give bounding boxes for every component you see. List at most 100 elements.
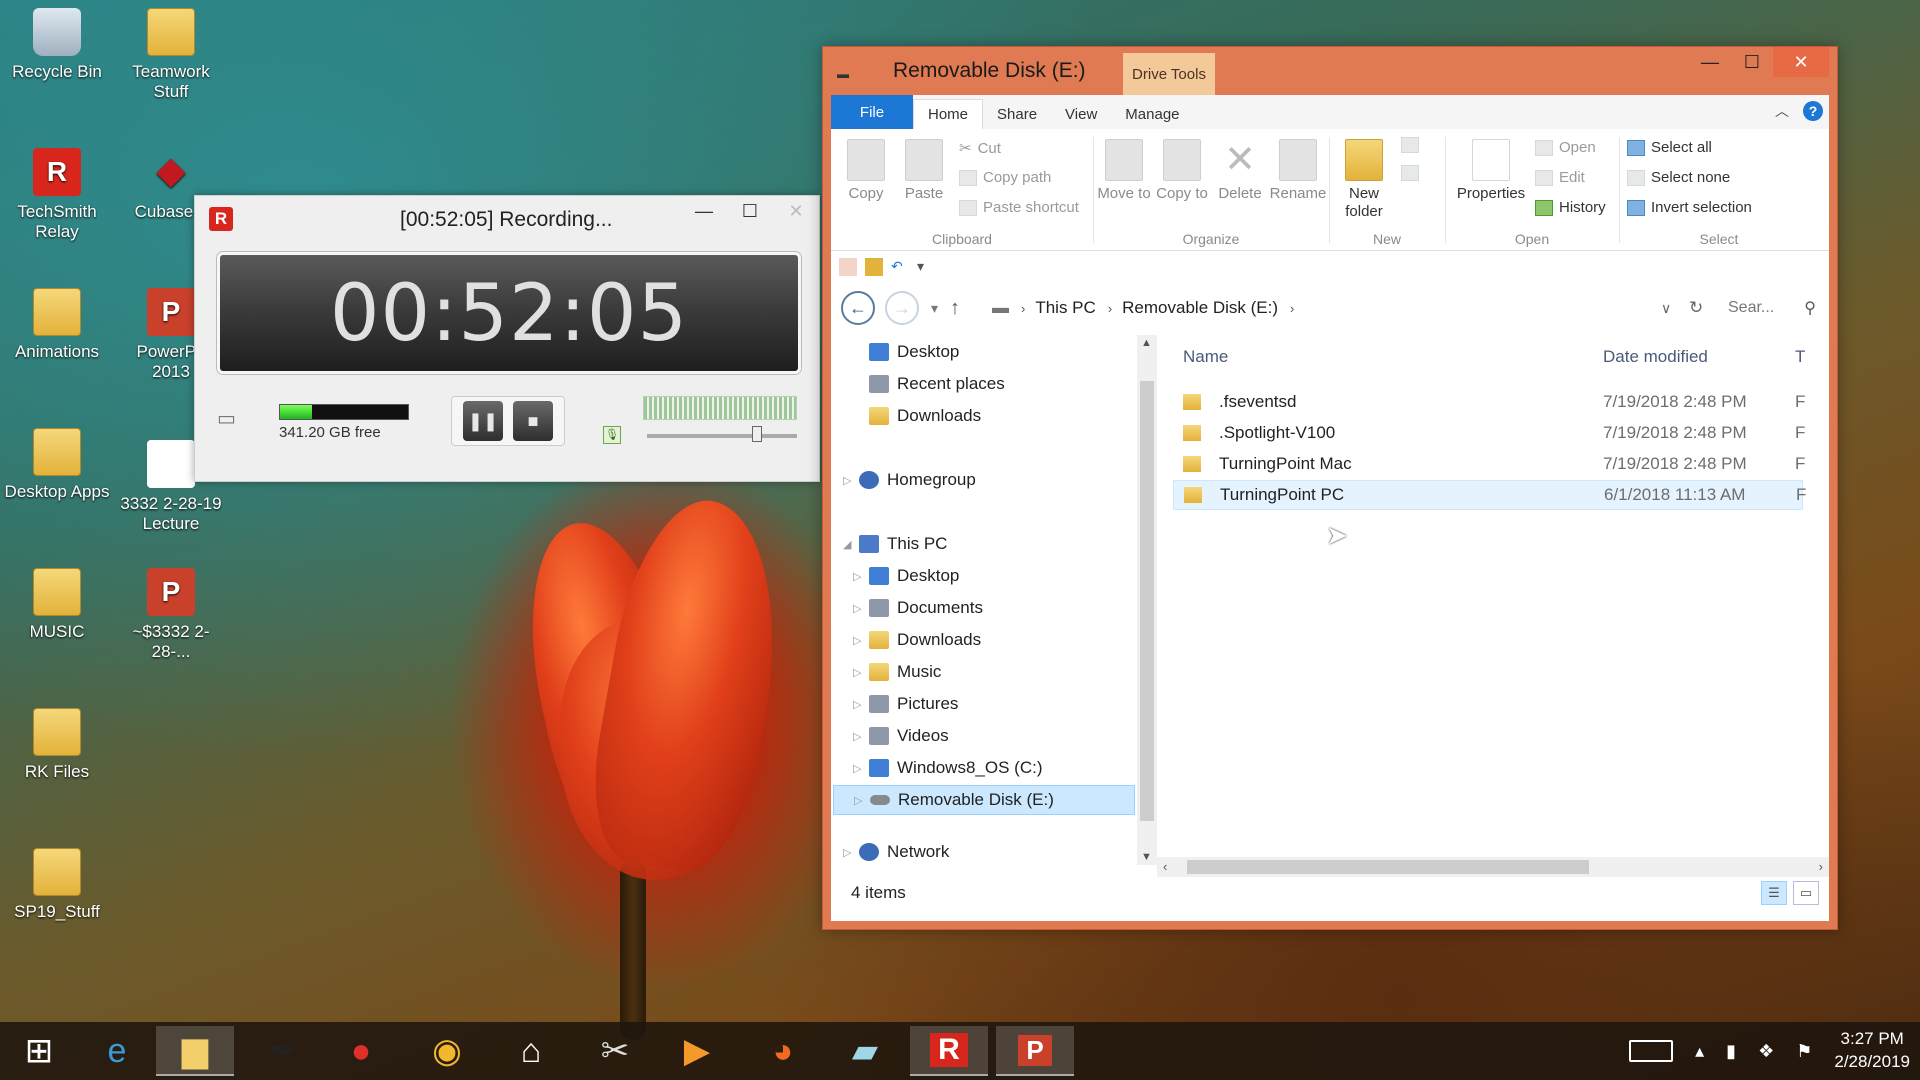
expand-icon[interactable]: ▷ [853,698,861,711]
nav-item-downloads-quick[interactable]: Downloads [869,401,981,431]
volume-slider-thumb[interactable] [752,426,762,442]
tab-share[interactable]: Share [983,99,1051,129]
easy-access-button[interactable] [1401,165,1419,181]
breadcrumb-this-pc[interactable]: This PC [1035,298,1095,318]
recorder-title-bar[interactable]: R [00:52:05] Recording... — ☐ ✕ [195,196,819,242]
edit-button[interactable]: Edit [1535,169,1585,186]
internet-explorer-icon[interactable]: e [78,1026,156,1076]
refresh-icon[interactable]: ↻ [1689,298,1703,318]
nav-item-windows-c[interactable]: ▷ Windows8_OS (C:) [853,753,1042,783]
column-header-date-modified[interactable]: Date modified [1603,347,1708,367]
help-icon[interactable]: ? [1803,101,1823,121]
expand-icon[interactable]: ▷ [853,634,861,647]
desktop-icon-teamwork-stuff[interactable]: Teamwork Stuff [116,8,226,103]
breadcrumb-removable-disk[interactable]: Removable Disk (E:) [1122,298,1278,318]
open-button[interactable]: Open [1535,139,1596,156]
techsmith-relay-taskbar-icon[interactable]: R [910,1026,988,1076]
file-row-selected[interactable]: TurningPoint PC 6/1/2018 11:13 AM F [1173,480,1806,510]
address-dropdown-icon[interactable]: ∨ [1661,300,1671,317]
tab-file[interactable]: File [831,95,913,129]
scroll-left-icon[interactable]: ‹ [1163,859,1167,874]
dropbox-icon[interactable]: ❖ [1758,1041,1774,1062]
search-input[interactable]: Sear... ⚲ [1721,291,1823,325]
back-button[interactable]: ← [841,291,875,325]
expand-icon[interactable]: ▷ [843,474,851,487]
expand-icon[interactable]: ▷ [853,666,861,679]
qat-dropdown-icon[interactable]: ▾ [917,258,935,276]
pen-tool-icon[interactable]: ✒ [244,1026,322,1076]
nav-item-removable-disk[interactable]: ▷ Removable Disk (E:) [833,785,1135,815]
nav-item-network[interactable]: ▷ Network [843,837,949,867]
select-all-button[interactable]: Select all [1627,139,1712,156]
maximize-button[interactable]: ☐ [1731,47,1773,77]
desktop-icon-desktop-apps[interactable]: Desktop Apps [2,428,112,502]
scroll-down-icon[interactable]: ▼ [1141,851,1152,863]
recent-locations-icon[interactable]: ▾ [931,300,938,317]
select-none-button[interactable]: Select none [1627,169,1730,186]
file-row[interactable]: TurningPoint Mac 7/19/2018 2:48 PM F [1173,449,1805,479]
expand-icon[interactable]: ▷ [853,730,861,743]
snipping-tool-icon[interactable]: ✂ [576,1026,654,1076]
stop-button[interactable]: ■ [513,401,553,441]
nav-item-music[interactable]: ▷ Music [853,657,941,687]
scrollbar-thumb[interactable] [1140,381,1154,821]
move-to-button[interactable]: Move to [1095,139,1153,203]
desktop-icon-recycle-bin[interactable]: Recycle Bin [2,8,112,82]
maximize-button[interactable]: ☐ [727,196,773,226]
close-button[interactable]: ✕ [1773,47,1829,77]
cloud-app-icon[interactable]: ● [322,1026,400,1076]
firefox-icon[interactable]: ◕ [744,1026,822,1076]
powerpoint-taskbar-icon[interactable]: P [996,1026,1074,1076]
rename-button[interactable]: Rename [1269,139,1327,203]
collapse-icon[interactable]: ◢ [843,538,851,551]
expand-icon[interactable]: ▷ [853,570,861,583]
new-folder-qat-icon[interactable] [865,258,883,276]
nav-item-homegroup[interactable]: ▷ Homegroup [843,465,976,495]
horizontal-scrollbar[interactable]: ‹ › [1157,857,1829,877]
clock[interactable]: 3:27 PM 2/28/2019 [1834,1028,1910,1074]
scroll-right-icon[interactable]: › [1819,859,1823,874]
volume-slider[interactable] [647,426,797,442]
new-item-button[interactable] [1401,137,1419,153]
nav-item-pictures[interactable]: ▷ Pictures [853,689,958,719]
minimize-button[interactable]: — [1689,47,1731,77]
touch-keyboard-icon[interactable] [1629,1040,1674,1062]
delete-button[interactable]: ✕ Delete [1211,139,1269,203]
desktop-icon-animations[interactable]: Animations [2,288,112,362]
notes-app-icon[interactable]: ▰ [826,1026,904,1076]
file-row[interactable]: .fseventsd 7/19/2018 2:48 PM F [1173,387,1805,417]
copy-to-button[interactable]: Copy to [1153,139,1211,203]
desktop-icon-ppt-temp[interactable]: P ~$3332 2-28-... [116,568,226,663]
home-icon[interactable]: ⌂ [492,1026,570,1076]
microphone-icon[interactable]: 🎙 [603,426,621,444]
address-bar[interactable]: ▬ › This PC › Removable Disk (E:) › [981,291,1711,325]
tab-home[interactable]: Home [913,99,984,129]
nav-item-documents[interactable]: ▷ Documents [853,593,983,623]
expand-icon[interactable]: ▷ [853,602,861,615]
show-hidden-icons-icon[interactable]: ▴ [1695,1041,1704,1062]
expand-icon[interactable]: ▷ [843,846,851,859]
properties-button[interactable]: Properties [1455,139,1527,203]
column-header-name[interactable]: Name [1183,347,1228,367]
copy-button[interactable]: Copy [837,139,895,203]
pause-button[interactable]: ❚❚ [463,401,503,441]
column-header-type[interactable]: T [1795,347,1805,367]
start-button[interactable]: ⊞ [0,1026,78,1076]
desktop-icon-techsmith-relay[interactable]: R TechSmith Relay [2,148,112,243]
large-icons-view-icon[interactable]: ▭ [1793,881,1819,905]
desktop-icon-music[interactable]: MUSIC [2,568,112,642]
file-row[interactable]: .Spotlight-V100 7/19/2018 2:48 PM F [1173,418,1805,448]
desktop-icon-rk-files[interactable]: RK Files [2,708,112,782]
new-folder-button[interactable]: New folder [1335,139,1393,221]
undo-icon[interactable]: ↶ [891,258,909,276]
tab-view[interactable]: View [1051,99,1111,129]
forward-button[interactable]: → [885,291,919,325]
properties-qat-icon[interactable] [839,258,857,276]
details-view-icon[interactable]: ☰ [1761,881,1787,905]
nav-item-videos[interactable]: ▷ Videos [853,721,949,751]
expand-icon[interactable]: ▷ [854,794,862,807]
collapse-ribbon-icon[interactable]: ︿ [1775,101,1789,121]
chrome-icon[interactable]: ◉ [408,1026,486,1076]
nav-item-this-pc[interactable]: ◢ This PC [843,529,947,559]
minimize-button[interactable]: — [681,196,727,226]
